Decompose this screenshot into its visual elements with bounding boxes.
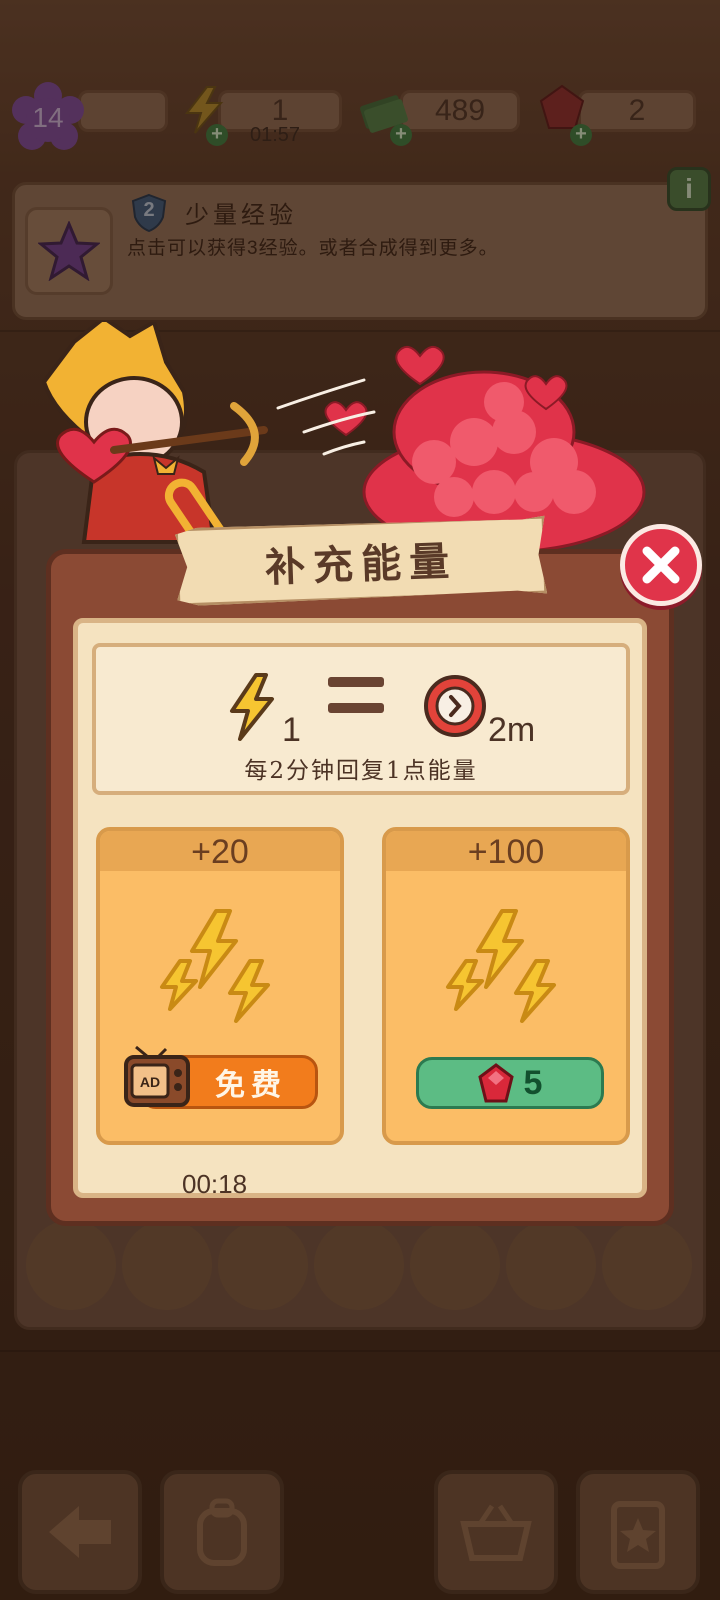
gem-price: 5 [523,1063,543,1102]
close-icon [642,546,680,584]
equals-sign [328,677,384,723]
energy-pack-large: +100 5 [382,827,630,1145]
energy-bolt-icon [230,673,274,741]
ad-tv-icon: AD [124,1045,190,1107]
rate-description: 每2分钟回复1点能量 [244,758,478,784]
buy-with-gems-button[interactable]: 5 [416,1057,604,1109]
pack-amount: +100 [386,831,626,871]
refill-energy-dialog: 1 2m 每2分钟回复1点能量 +20 免费 AD 00:18 +100 5 [46,549,674,1226]
ad-cooldown-timer: 00:18 [182,1169,248,1199]
cupid-illustration [41,322,646,552]
energy-rate-box: 1 2m 每2分钟回复1点能量 [92,643,630,795]
rate-energy-amount: 1 [282,711,301,749]
energy-bolts-icon [160,909,270,1023]
close-button[interactable] [620,524,702,606]
energy-bolts-icon [446,909,556,1023]
dialog-panel: 1 2m 每2分钟回复1点能量 +20 免费 AD 00:18 +100 5 [73,618,647,1199]
rate-time-amount: 2m [488,711,536,749]
pack-amount: +20 [100,831,340,871]
energy-pack-small: +20 免费 AD [96,827,344,1145]
clock-icon [424,675,486,737]
ruby-gem-icon [477,1063,514,1103]
svg-text:AD: AD [140,1074,160,1090]
